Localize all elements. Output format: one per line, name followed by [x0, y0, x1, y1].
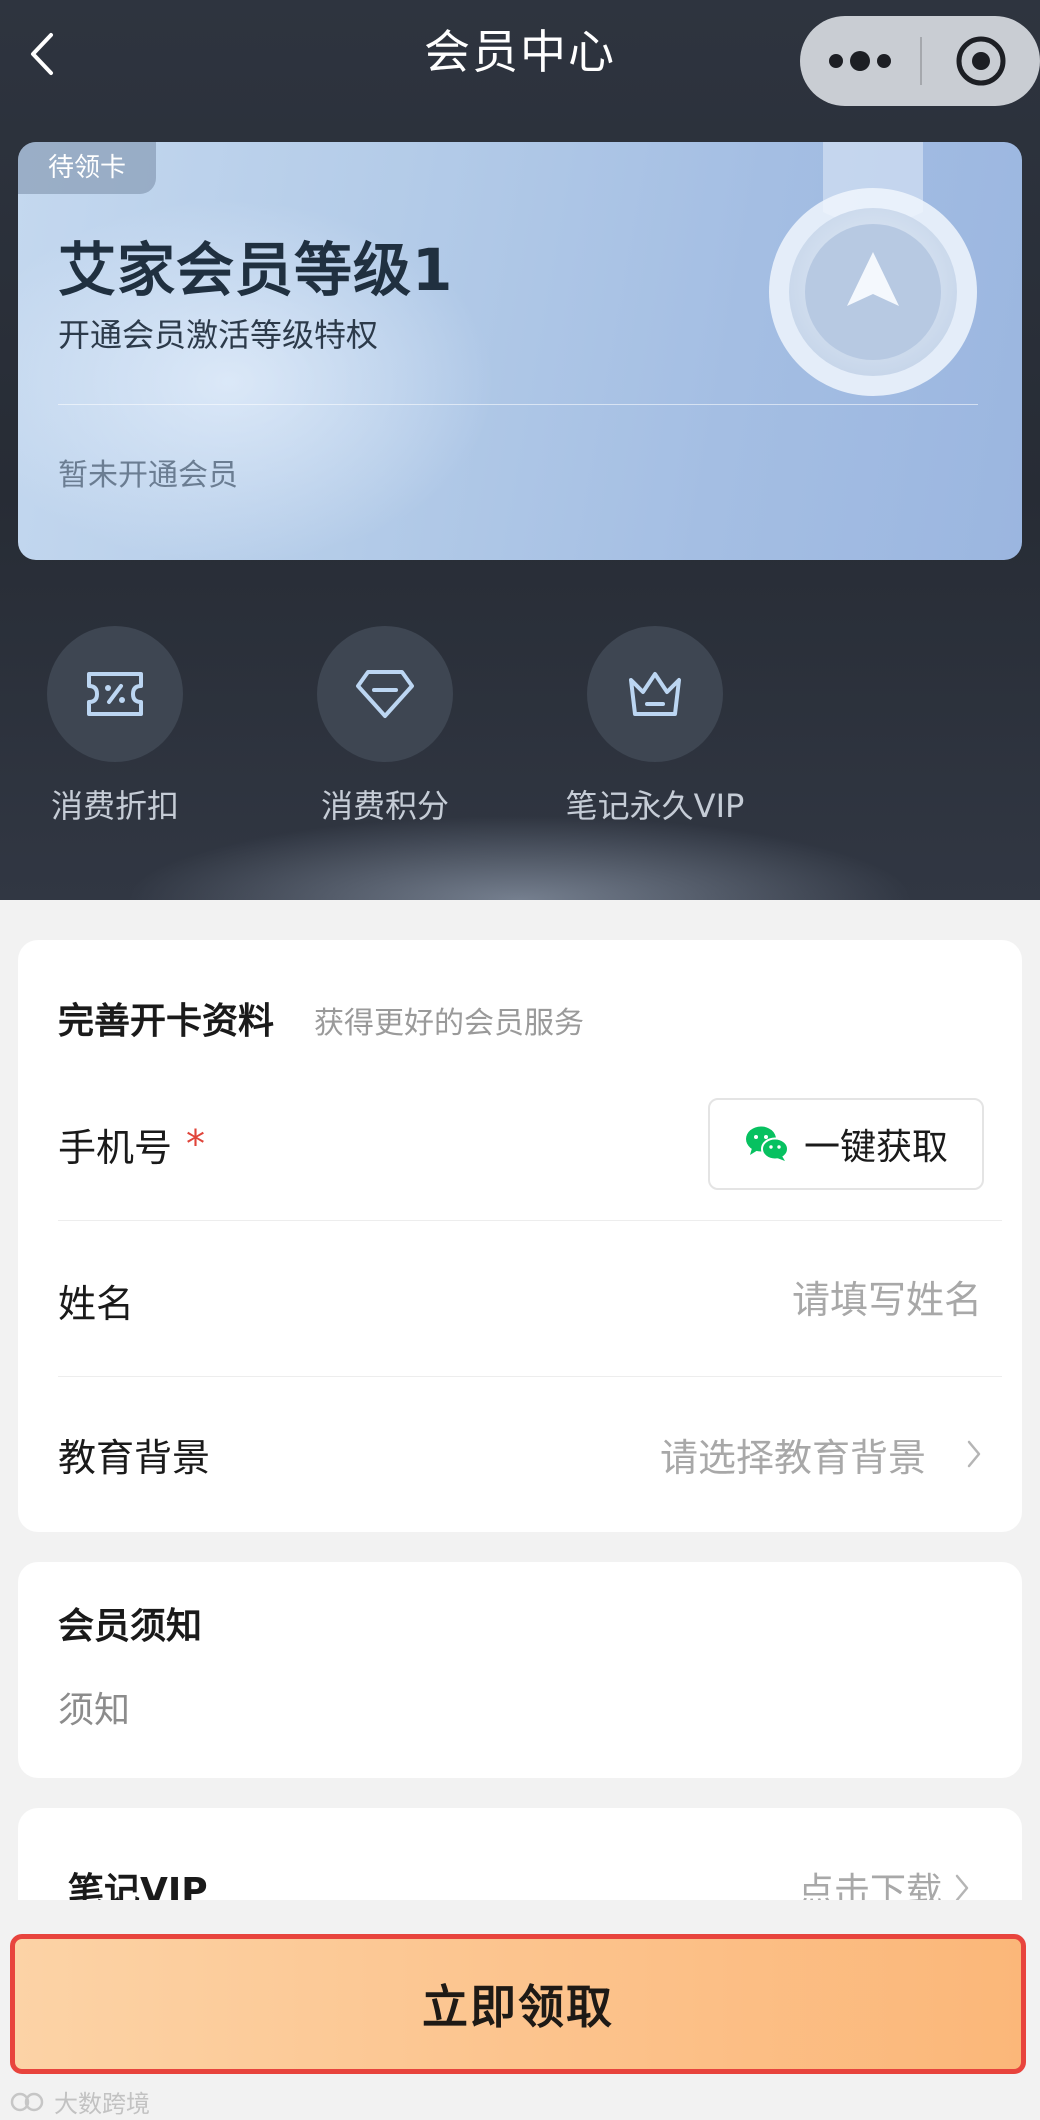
card-status-tag: 待领卡	[18, 142, 156, 194]
form-header: 完善开卡资料 获得更好的会员服务	[58, 992, 584, 1044]
discount-ticket-icon	[87, 672, 143, 716]
member-level-subtitle: 开通会员激活等级特权	[58, 316, 379, 354]
wechat-phone-button[interactable]: 一键获取	[708, 1098, 984, 1190]
more-menu-button[interactable]	[800, 16, 920, 106]
benefit-label: 消费积分	[320, 787, 449, 825]
notice-title: 会员须知	[58, 1606, 203, 1647]
chevron-right-icon	[955, 1874, 969, 1902]
education-placeholder: 请选择教育背景	[659, 1435, 926, 1480]
diamond-icon	[356, 670, 414, 718]
crown-icon	[629, 672, 681, 716]
card-divider	[58, 404, 978, 405]
row-divider	[58, 1220, 1002, 1221]
chevron-right-icon	[967, 1440, 981, 1468]
member-level-title: 艾家会员等级1	[58, 236, 454, 304]
name-label: 姓名	[58, 1281, 135, 1326]
wechat-button-label: 一键获取	[803, 1127, 948, 1168]
benefit-label: 笔记永久VIP	[565, 787, 745, 825]
education-label: 教育背景	[58, 1435, 211, 1480]
benefit-points[interactable]: 消费积分	[265, 626, 505, 828]
close-mini-program-button[interactable]	[922, 16, 1040, 106]
bottom-action-bar: 立即领取	[0, 1900, 1040, 2120]
back-button[interactable]	[22, 26, 62, 82]
notice-body: 须知	[58, 1690, 131, 1731]
watermark-logo-icon	[10, 2092, 44, 2111]
claim-now-button[interactable]: 立即领取	[10, 1934, 1026, 2074]
claim-button-label: 立即领取	[422, 1980, 614, 2034]
watermark: 大数跨境	[10, 2084, 150, 2119]
member-notice-card: 会员须知 须知	[18, 1562, 1022, 1778]
phone-label: 手机号	[58, 1125, 173, 1170]
benefit-discount[interactable]: 消费折扣	[0, 626, 235, 828]
header-section: 会员中心 待领卡 艾家会员等级1 开通会员激活等级特权 暂未开通会员 消费折扣 …	[0, 0, 1040, 900]
form-hint: 获得更好的会员服务	[314, 1006, 585, 1041]
row-divider	[58, 1376, 1002, 1377]
wechat-icon	[745, 1126, 789, 1161]
member-card: 待领卡 艾家会员等级1 开通会员激活等级特权 暂未开通会员	[18, 142, 1022, 560]
more-dots-icon	[829, 54, 843, 68]
education-select[interactable]: 请选择教育背景	[660, 1416, 982, 1492]
target-circle-icon	[956, 36, 1006, 86]
card-info-form: 完善开卡资料 获得更好的会员服务 手机号 * 一键获取 姓名 教育背景 请选择教…	[18, 940, 1022, 1532]
membership-status: 暂未开通会员	[58, 458, 238, 493]
medal-badge-icon	[769, 142, 977, 396]
benefit-label: 消费折扣	[50, 787, 179, 825]
benefit-vip[interactable]: 笔记永久VIP	[535, 626, 775, 828]
watermark-text: 大数跨境	[54, 2090, 150, 2118]
name-input[interactable]	[562, 1265, 982, 1335]
chevron-left-icon	[31, 33, 53, 75]
form-title: 完善开卡资料	[58, 1001, 275, 1042]
mini-program-capsule	[800, 16, 1040, 106]
required-mark: *	[186, 1122, 206, 1166]
